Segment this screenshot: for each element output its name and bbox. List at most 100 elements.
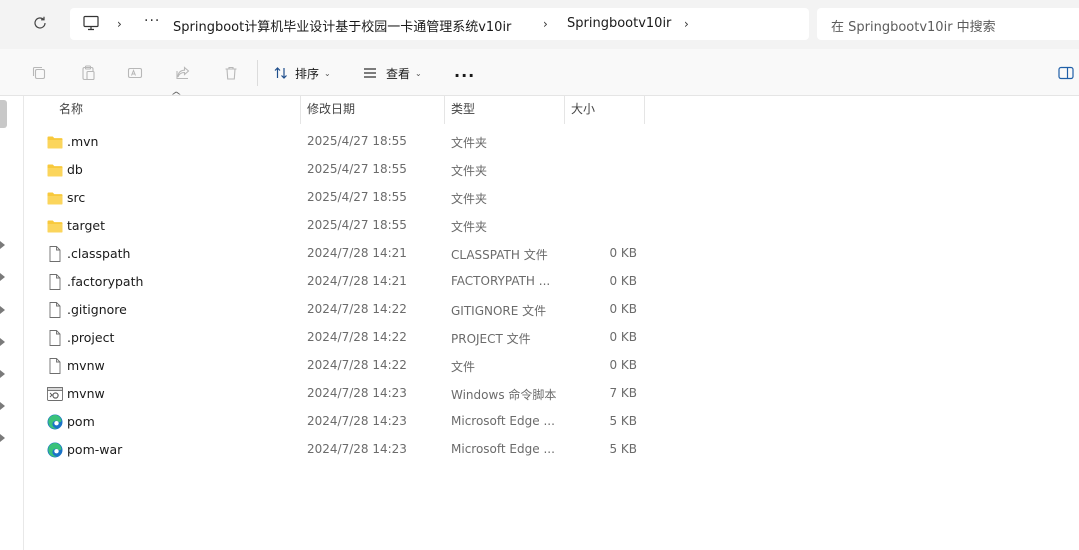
file-date: 2024/7/28 14:22 <box>307 358 407 372</box>
column-header-name[interactable]: 名称 <box>59 96 83 122</box>
file-icon <box>46 301 64 319</box>
details-pane-button[interactable] <box>1058 66 1074 83</box>
paste-button[interactable] <box>78 63 98 83</box>
file-type: 文件夹 <box>451 164 488 178</box>
column-header-date[interactable]: 修改日期 <box>307 96 355 122</box>
file-size: 0 KB <box>609 274 637 288</box>
file-row[interactable]: .gitignore 2024/7/28 14:22 GITIGNORE 文件 0 K… <box>25 296 1079 324</box>
file-size: 0 KB <box>609 330 637 344</box>
column-header-size[interactable]: 大小 <box>571 96 595 122</box>
column-divider[interactable] <box>564 96 565 124</box>
refresh-icon <box>34 16 46 29</box>
column-divider[interactable] <box>644 96 645 124</box>
copy-button[interactable] <box>29 63 49 83</box>
view-button[interactable]: 查看 ⌄ <box>362 62 422 84</box>
file-size: 7 KB <box>609 386 637 400</box>
refresh-button[interactable] <box>30 13 50 33</box>
chevron-right-icon[interactable]: › <box>117 17 122 31</box>
file-icon <box>46 273 64 291</box>
file-row[interactable]: src 2025/4/27 18:55 文件夹 <box>25 184 1079 212</box>
file-type: 文件 <box>451 360 476 374</box>
file-date: 2025/4/27 18:55 <box>307 134 407 148</box>
file-name: mvnw <box>67 386 105 401</box>
address-bar[interactable]: › ··· Springboot计算机毕业设计基于校园一卡通管理系统v10ir … <box>70 8 809 40</box>
trash-icon <box>225 66 237 80</box>
file-row[interactable]: mvnw 2024/7/28 14:23 Windows 命令脚本 7 KB <box>25 380 1079 408</box>
expand-arrow-icon[interactable] <box>0 273 6 281</box>
sort-button[interactable]: 排序 ⌄ <box>273 62 331 84</box>
address-toolbar: › ··· Springboot计算机毕业设计基于校园一卡通管理系统v10ir … <box>0 0 1079 49</box>
file-type: Microsoft Edge ... <box>451 442 555 456</box>
file-date: 2025/4/27 18:55 <box>307 218 407 232</box>
file-row[interactable]: .mvn 2025/4/27 18:55 文件夹 <box>25 128 1079 156</box>
share-button[interactable] <box>173 63 193 83</box>
expand-arrow-icon[interactable] <box>0 306 6 314</box>
expand-arrow-icon[interactable] <box>0 338 6 346</box>
delete-button[interactable] <box>221 63 241 83</box>
toolbar-divider <box>257 60 258 86</box>
chevron-down-icon: ⌄ <box>324 68 331 78</box>
sort-ascending-icon: ^ <box>170 91 183 102</box>
view-icon <box>364 68 376 78</box>
file-row[interactable]: pom 2024/7/28 14:23 Microsoft Edge ... 5 KB <box>25 408 1079 436</box>
file-name: .gitignore <box>67 302 127 317</box>
navigation-pane <box>0 96 24 550</box>
file-name: db <box>67 162 83 177</box>
file-list: ^ 名称 修改日期 类型 大小 .mvn 2025/4/27 18:55 文件夹 db… <box>25 91 1079 550</box>
file-name: pom-war <box>67 442 123 457</box>
file-row[interactable]: .factorypath 2024/7/28 14:21 FACTORYPATH .… <box>25 268 1079 296</box>
more-options-button[interactable]: ··· <box>454 66 475 85</box>
view-label: 查看 <box>386 66 411 81</box>
file-name: .classpath <box>67 246 131 261</box>
folder-icon <box>46 161 64 179</box>
file-row[interactable]: target 2025/4/27 18:55 文件夹 <box>25 212 1079 240</box>
expand-arrow-icon[interactable] <box>0 241 6 249</box>
this-pc-icon[interactable] <box>82 15 100 34</box>
search-placeholder: 在 Springbootv10ir 中搜索 <box>831 20 996 35</box>
column-divider[interactable] <box>444 96 445 124</box>
file-row[interactable]: pom-war 2024/7/28 14:23 Microsoft Edge ...… <box>25 436 1079 464</box>
rename-icon <box>127 67 143 79</box>
file-date: 2024/7/28 14:22 <box>307 302 407 316</box>
file-type: 文件夹 <box>451 220 488 234</box>
column-divider[interactable] <box>300 96 301 124</box>
column-header-type[interactable]: 类型 <box>451 96 475 122</box>
expand-arrow-icon[interactable] <box>0 402 6 410</box>
expand-arrow-icon[interactable] <box>0 434 6 442</box>
file-size: 0 KB <box>609 358 637 372</box>
nav-scrollbar[interactable] <box>0 100 7 128</box>
breadcrumb-parent[interactable]: Springboot计算机毕业设计基于校园一卡通管理系统v10ir <box>173 16 511 35</box>
edge-icon <box>46 441 64 459</box>
file-name: target <box>67 218 106 233</box>
command-bar: 排序 ⌄ 查看 ⌄ ··· <box>0 49 1079 96</box>
file-type: Microsoft Edge ... <box>451 414 555 428</box>
expand-arrow-icon[interactable] <box>0 370 6 378</box>
file-type: 文件夹 <box>451 136 488 150</box>
file-name: mvnw <box>67 358 105 373</box>
file-row[interactable]: .classpath 2024/7/28 14:21 CLASSPATH 文件 0 K… <box>25 240 1079 268</box>
file-row[interactable]: .project 2024/7/28 14:22 PROJECT 文件 0 KB <box>25 324 1079 352</box>
file-type: CLASSPATH 文件 <box>451 248 548 262</box>
file-date: 2025/4/27 18:55 <box>307 190 407 204</box>
file-icon <box>46 357 64 375</box>
file-type: PROJECT 文件 <box>451 332 531 346</box>
chevron-right-icon[interactable]: › <box>684 17 689 31</box>
breadcrumb-more-button[interactable]: ··· <box>144 13 160 29</box>
rename-button[interactable] <box>125 63 145 83</box>
file-type: GITIGNORE 文件 <box>451 304 547 318</box>
file-date: 2024/7/28 14:23 <box>307 386 407 400</box>
breadcrumb-current[interactable]: Springbootv10ir <box>567 16 671 31</box>
file-date: 2024/7/28 14:23 <box>307 442 407 456</box>
paste-icon <box>82 65 95 81</box>
file-date: 2024/7/28 14:21 <box>307 246 407 260</box>
sort-label: 排序 <box>295 66 320 81</box>
folder-icon <box>46 189 64 207</box>
file-row[interactable]: mvnw 2024/7/28 14:22 文件 0 KB <box>25 352 1079 380</box>
details-pane-icon <box>1058 66 1074 80</box>
file-date: 2024/7/28 14:23 <box>307 414 407 428</box>
file-date: 2025/4/27 18:55 <box>307 162 407 176</box>
file-icon <box>46 245 64 263</box>
search-input[interactable]: 在 Springbootv10ir 中搜索 <box>817 8 1079 40</box>
chevron-right-icon[interactable]: › <box>543 17 548 31</box>
file-row[interactable]: db 2025/4/27 18:55 文件夹 <box>25 156 1079 184</box>
